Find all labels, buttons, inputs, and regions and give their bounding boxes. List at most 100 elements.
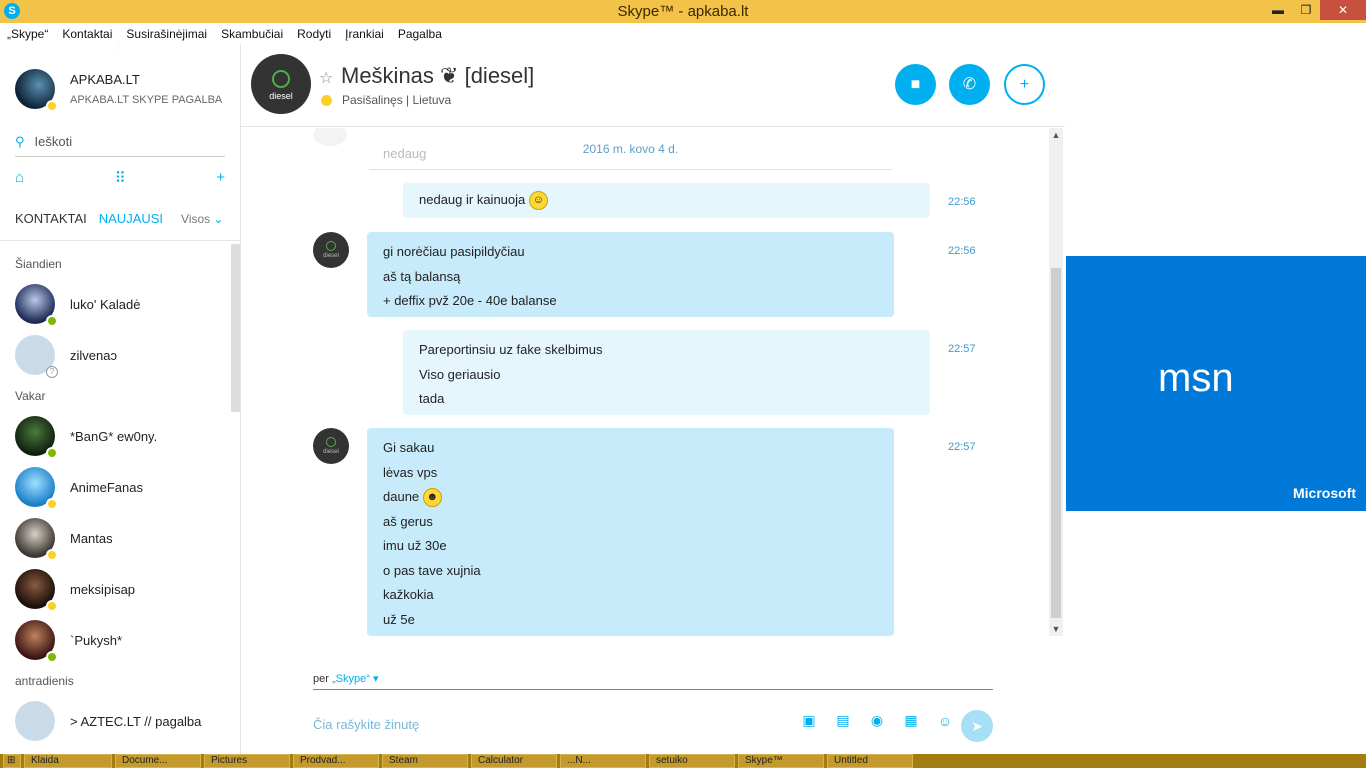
start-button[interactable]: ⊞ xyxy=(3,754,21,768)
menu-help[interactable]: Pagalba xyxy=(398,27,442,41)
avatar-label: diesel xyxy=(323,253,339,259)
avatar-placeholder: ? xyxy=(15,335,58,378)
taskbar-item[interactable]: Prodvad... xyxy=(293,754,379,768)
send-contact-icon[interactable]: ▦ xyxy=(894,712,928,729)
taskbar-item[interactable]: Calculator xyxy=(471,754,557,768)
away-status-icon xyxy=(46,498,58,510)
taskbar-item[interactable]: ...N... xyxy=(560,754,646,768)
peer-avatar[interactable]: diesel xyxy=(251,54,311,114)
taskbar-item[interactable]: Pictures xyxy=(204,754,290,768)
list-item[interactable]: ? zilvenaↄ xyxy=(0,330,230,381)
my-name: APKABA.LT xyxy=(70,72,140,87)
message-line: aš tą balansą xyxy=(383,268,461,284)
dialpad-icon[interactable]: ⠿ xyxy=(115,169,126,187)
menu-tools[interactable]: Įrankiai xyxy=(345,27,384,41)
online-status-icon xyxy=(46,651,58,663)
message-line: nedaug ir kainuoja xyxy=(419,192,526,207)
send-button[interactable]: ➤ xyxy=(961,710,993,742)
outgoing-message[interactable]: nedaug ir kainuoja ☺ xyxy=(403,183,930,218)
voice-call-button[interactable]: ✆ xyxy=(949,64,990,105)
add-people-button[interactable]: + xyxy=(1004,64,1045,105)
contact-name: AnimeFanas xyxy=(70,480,143,495)
message-history[interactable]: nedaug 2016 m. kovo 4 d. nedaug ir kainu… xyxy=(241,128,1049,670)
my-mood-message: APKABA.LT SKYPE PAGALBA xyxy=(70,94,223,106)
favorite-star-icon[interactable]: ☆ xyxy=(319,68,333,88)
video-message-icon[interactable]: ◉ xyxy=(860,712,894,729)
menu-skype[interactable]: „Skype“ xyxy=(7,27,48,41)
filter-dropdown[interactable]: Visos ⌄ xyxy=(181,212,224,226)
peer-avatar-label: diesel xyxy=(269,91,293,101)
scrollbar-thumb[interactable] xyxy=(1051,268,1061,618)
recent-list: Šiandien luko' Kaladė ? zilvenaↄ Vakar *… xyxy=(0,249,230,747)
add-contact-plus-icon[interactable]: + xyxy=(216,169,225,187)
taskbar-item[interactable]: Skype™ xyxy=(738,754,824,768)
list-item[interactable]: `Pukysh* xyxy=(0,615,230,666)
peer-name: Meškinas ❦ [diesel] xyxy=(341,63,535,88)
menu-calls[interactable]: Skambučiai xyxy=(221,27,283,41)
my-profile[interactable]: APKABA.LT APKABA.LT SKYPE PAGALBA xyxy=(0,44,240,124)
list-item[interactable]: > AZTEC.LT // pagalba xyxy=(0,696,230,747)
faded-avatar xyxy=(313,128,347,146)
scroll-up-icon[interactable]: ▲ xyxy=(1049,130,1063,140)
list-item[interactable]: meksipisap xyxy=(0,564,230,615)
message-line: tada xyxy=(419,391,445,406)
taskbar-item[interactable]: Steam xyxy=(382,754,468,768)
peer-small-avatar[interactable]: diesel xyxy=(313,428,349,464)
send-photo-icon[interactable]: ▣ xyxy=(792,712,826,729)
scroll-down-icon[interactable]: ▼ xyxy=(1049,624,1063,634)
emoticon-icon[interactable]: ☺ xyxy=(928,713,962,729)
filter-label: Visos xyxy=(181,211,211,226)
menu-conversations[interactable]: Susirašinėjimai xyxy=(126,27,207,41)
message-line: gi norėčiau pasipildyčiau xyxy=(383,244,525,259)
incoming-message[interactable]: gi norėčiau pasipildyčiau aš tą balansą … xyxy=(367,232,894,317)
list-item[interactable]: *BanG* ew0ny. xyxy=(0,411,230,462)
message-line: daune ☻ xyxy=(383,485,878,510)
contact-name: Mantas xyxy=(70,531,113,546)
skype-app-icon[interactable]: S xyxy=(4,3,20,19)
restore-button[interactable]: ❐ xyxy=(1292,0,1320,20)
search-input[interactable]: Ieškoti xyxy=(35,134,73,149)
video-call-button[interactable]: ■ xyxy=(895,64,936,105)
group-header-tuesday: antradienis xyxy=(15,674,74,688)
sidebar-scrollbar[interactable] xyxy=(231,244,240,412)
list-item[interactable]: luko' Kaladė xyxy=(0,279,230,330)
search-box[interactable]: ⚲ Ieškoti xyxy=(15,127,225,157)
msn-advertisement[interactable]: msn Microsoft xyxy=(1066,256,1366,511)
avatar-label: diesel xyxy=(323,449,339,455)
close-button[interactable]: ✕ xyxy=(1320,0,1366,20)
avatar xyxy=(15,620,58,663)
avatar xyxy=(15,416,58,459)
taskbar-item[interactable]: Klaida xyxy=(24,754,112,768)
message-scrollbar[interactable]: ▲ ▼ xyxy=(1049,128,1063,636)
away-status-icon xyxy=(46,600,58,612)
contact-name: *BanG* ew0ny. xyxy=(70,429,158,444)
menu-view[interactable]: Rodyti xyxy=(297,27,331,41)
outgoing-message[interactable]: Pareportinsiu uz fake skelbimus Viso ger… xyxy=(403,330,930,415)
taskbar-item[interactable]: Docume... xyxy=(115,754,201,768)
date-separator: 2016 m. kovo 4 d. xyxy=(369,140,892,170)
taskbar-item[interactable]: Untitled xyxy=(827,754,913,768)
tab-recent[interactable]: NAUJAUSI xyxy=(99,211,163,226)
home-icon[interactable]: ⌂ xyxy=(15,169,24,187)
send-via-selector[interactable]: per „Skype“ ▾ xyxy=(313,672,993,690)
message-time: 22:57 xyxy=(948,441,976,453)
online-status-icon xyxy=(46,315,58,327)
message-input[interactable]: Čia rašykite žinutę xyxy=(313,717,419,732)
peer-small-avatar[interactable]: diesel xyxy=(313,232,349,268)
message-text: daune xyxy=(383,489,420,504)
message-line: o pas tave xujnia xyxy=(383,562,481,578)
tab-contacts[interactable]: KONTAKTAI xyxy=(15,211,87,226)
avatar-placeholder xyxy=(15,701,55,741)
peer-status-text: Pasišalinęs | Lietuva xyxy=(342,93,452,107)
list-item[interactable]: AnimeFanas xyxy=(0,462,230,513)
my-avatar[interactable] xyxy=(15,69,58,112)
phone-icon: ✆ xyxy=(962,76,977,93)
unknown-status-icon: ? xyxy=(46,366,58,378)
minimize-button[interactable]: ▬ xyxy=(1264,0,1292,20)
list-item[interactable]: Mantas xyxy=(0,513,230,564)
windows-taskbar: ⊞ Klaida Docume... Pictures Prodvad... S… xyxy=(0,754,1366,768)
taskbar-item[interactable]: setuiko xyxy=(649,754,735,768)
send-file-icon[interactable]: ▤ xyxy=(826,712,860,729)
menu-contacts[interactable]: Kontaktai xyxy=(62,27,112,41)
incoming-message[interactable]: Gi sakau lėvas vps daune ☻ aš gerus imu … xyxy=(367,428,894,636)
